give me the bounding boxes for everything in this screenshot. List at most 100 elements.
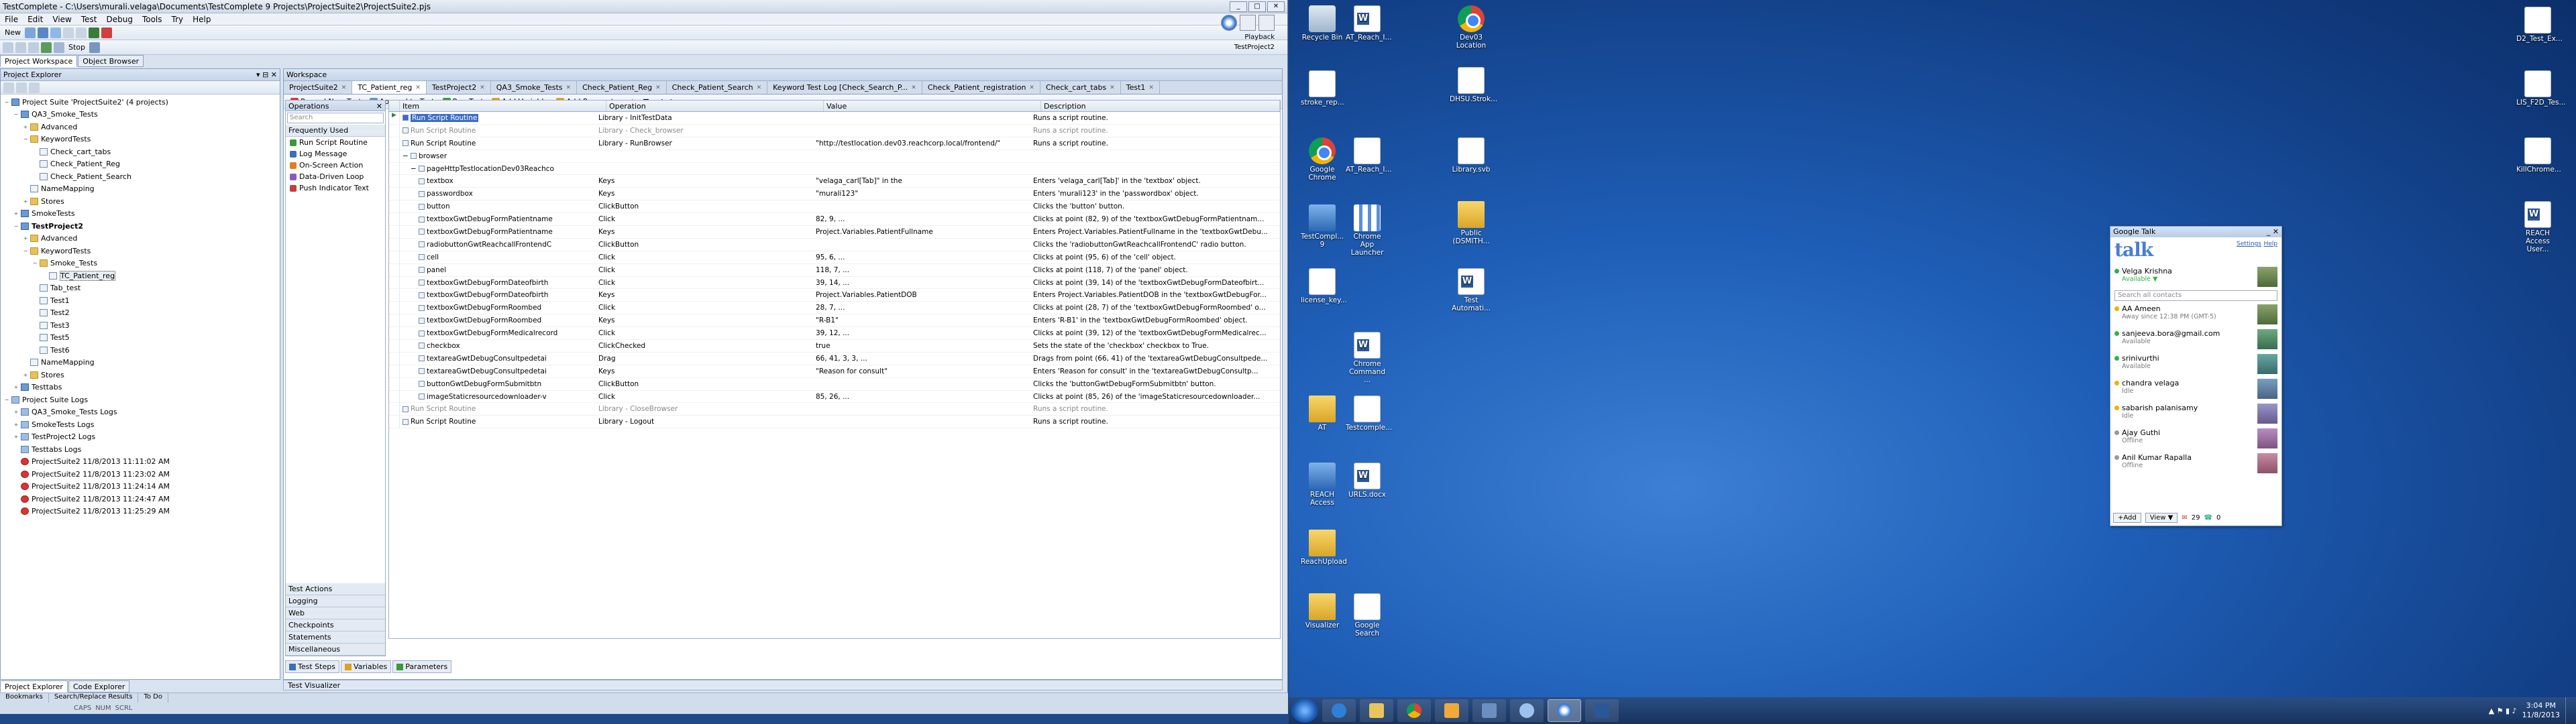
operation-item[interactable]: On-Screen Action — [286, 160, 385, 171]
desktop-icon[interactable]: TestCompl... 9 — [1301, 204, 1344, 249]
record-icon[interactable] — [89, 42, 101, 53]
contact-item[interactable]: srinivurthi Available — [2110, 353, 2282, 377]
pause-icon[interactable] — [54, 42, 64, 53]
operation-group[interactable]: Miscellaneous — [286, 644, 385, 656]
document-tab[interactable]: Test1 ✕ — [1121, 81, 1160, 94]
tree-node[interactable]: Test5 — [1, 332, 280, 345]
table-row[interactable]: cell Click 95, 6, ... Clicks at point (95, … — [389, 251, 1280, 264]
cut-icon[interactable] — [3, 42, 13, 53]
table-row[interactable]: textboxGwtDebugFormRoombed Click 28, 7, ..… — [389, 302, 1280, 315]
desktop-icon[interactable]: REACH Access — [1301, 463, 1344, 507]
operation-item[interactable]: Run Script Routine — [286, 137, 385, 148]
tree-toggle-icon[interactable]: − — [13, 111, 19, 117]
tree-node[interactable]: Test6 — [1, 344, 280, 357]
paste-icon[interactable] — [28, 42, 39, 53]
save-all-icon[interactable] — [50, 27, 61, 38]
view-button[interactable]: View ▼ — [2145, 513, 2178, 523]
explorer-remove-icon[interactable] — [16, 82, 27, 93]
operations-search-input[interactable]: Search — [287, 113, 384, 123]
undo-icon[interactable] — [63, 27, 74, 38]
column-header[interactable]: Item — [400, 101, 606, 111]
menu-view[interactable]: View — [48, 15, 76, 24]
tree-node[interactable]: Test1 — [1, 294, 280, 307]
contact-item[interactable]: sanjeeva.bora@gmail.com Available — [2110, 328, 2282, 353]
frequently-used-group[interactable]: Frequently Used — [286, 125, 385, 137]
document-tab[interactable]: Check_Patient_Reg ✕ — [577, 81, 667, 94]
desktop-icon[interactable]: Visualizer — [1301, 593, 1344, 629]
tree-node[interactable]: TC_Patient_reg — [1, 269, 280, 282]
desktop-icon[interactable]: Google Search — [1346, 593, 1389, 638]
tree-node[interactable]: + SmokeTests Logs — [1, 418, 280, 431]
tree-node[interactable]: NameMapping — [1, 183, 280, 196]
mail-icon[interactable]: ✉ — [2182, 514, 2187, 522]
gtalk-settings-link[interactable]: Settings — [2237, 241, 2261, 247]
tree-toggle-icon[interactable]: + — [22, 235, 29, 241]
tree-node[interactable]: + Advanced — [1, 121, 280, 133]
tree-node[interactable]: − KeywordTests — [1, 245, 280, 257]
menu-tools[interactable]: Tools — [138, 15, 167, 24]
tab-close-icon[interactable]: ✕ — [911, 84, 916, 91]
desktop-icon[interactable]: stroke_rep... — [1301, 70, 1344, 107]
desktop-icon[interactable]: Test Automati... — [1450, 268, 1493, 312]
tab-close-icon[interactable]: ✕ — [566, 84, 572, 91]
tray-icons[interactable]: ▲ ⚑ ▮ ♪ — [2489, 707, 2517, 715]
copy-icon[interactable] — [15, 42, 26, 53]
status-tab[interactable]: Search/Replace Results — [49, 693, 139, 703]
desktop-icon[interactable]: REACH Access User... — [2516, 201, 2559, 253]
table-row[interactable]: buttonGwtDebugFormSubmitbtn ClickButton Cl… — [389, 377, 1280, 391]
tree-node[interactable]: Tab_test — [1, 282, 280, 295]
explorer-tab[interactable]: Project Workspace — [0, 55, 78, 67]
close-icon[interactable]: ✕ — [1267, 1, 1285, 12]
contact-item[interactable]: chandra velaga Idle — [2110, 377, 2282, 402]
table-row[interactable]: radiobuttonGwtReachcallFrontendC ClickBut… — [389, 238, 1280, 251]
tab-close-icon[interactable]: ✕ — [341, 84, 347, 91]
document-tab[interactable]: TestProject2 ✕ — [427, 81, 491, 94]
desktop-icon[interactable]: Testcomple... — [1346, 396, 1392, 432]
table-row[interactable]: textareaGwtDebugConsultpedetai Keys "Reaso… — [389, 365, 1280, 378]
table-row[interactable]: checkbox ClickChecked true Sets the state o… — [389, 340, 1280, 353]
desktop-icon[interactable]: Chrome Command ... — [1346, 332, 1389, 384]
operation-item[interactable]: Data-Driven Loop — [286, 171, 385, 182]
add-contact-button[interactable]: +Add — [2113, 513, 2141, 523]
desktop-icon[interactable]: AT_Reach_I... — [1346, 5, 1392, 42]
taskbar-ie[interactable] — [1322, 699, 1356, 722]
editor-tab[interactable]: Parameters — [392, 660, 452, 673]
operation-item[interactable]: Push Indicator Text — [286, 182, 385, 194]
desktop-icon[interactable]: Library.svb — [1450, 137, 1493, 174]
tree-node[interactable]: + TestProject2 Logs — [1, 431, 280, 444]
tree-toggle-icon[interactable]: + — [13, 409, 19, 415]
desktop-icon[interactable]: Dev03 Location — [1450, 5, 1493, 50]
document-tab[interactable]: Check_Patient_registration ✕ — [922, 81, 1040, 94]
tree-node[interactable]: − Project Suite Logs — [1, 394, 280, 406]
desktop-icon[interactable]: URLS.docx — [1346, 463, 1389, 499]
menu-try[interactable]: Try — [167, 15, 189, 24]
tab-close-icon[interactable]: ✕ — [480, 84, 485, 91]
table-row[interactable]: button ClickButton Clicks the 'button' but… — [389, 200, 1280, 214]
tree-node[interactable]: + SmokeTests — [1, 208, 280, 221]
operation-group[interactable]: Logging — [286, 595, 385, 607]
tree-node[interactable]: ProjectSuite2 11/8/2013 11:11:02 AM — [1, 456, 280, 469]
tree-node[interactable]: ProjectSuite2 11/8/2013 11:24:14 AM — [1, 481, 280, 493]
table-row[interactable]: textareaGwtDebugConsultpedetai Drag 66, 41… — [389, 352, 1280, 365]
tree-toggle-icon[interactable]: + — [22, 372, 29, 378]
maximize-icon[interactable]: □ — [1248, 1, 1266, 12]
table-row[interactable]: textbox Keys "velaga_carl[Tab]" in the Ente… — [389, 175, 1280, 188]
table-row[interactable]: ▶ Run Script Routine Library - InitTestDat… — [389, 112, 1280, 125]
test-visualizer-bar[interactable]: Test Visualizer — [283, 680, 1283, 690]
panel-pin-icon[interactable]: ▾ ⊟ ✕ — [256, 70, 277, 79]
taskbar-chrome[interactable] — [1397, 699, 1431, 722]
desktop-icon[interactable]: Recycle Bin — [1301, 5, 1344, 42]
new-button[interactable]: New — [3, 28, 23, 37]
tree-toggle-icon[interactable]: − — [3, 397, 10, 403]
explorer-bottom-tab[interactable]: Project Explorer — [0, 680, 68, 692]
operation-group[interactable]: Statements — [286, 631, 385, 644]
document-tab[interactable]: Check_Patient_Search ✕ — [667, 81, 768, 94]
tree-toggle-icon[interactable]: − — [22, 136, 29, 142]
table-row[interactable]: passwordbox Keys "murali123" Enters 'murali… — [389, 188, 1280, 201]
open-icon[interactable] — [25, 27, 36, 38]
tree-node[interactable]: Test3 — [1, 319, 280, 332]
tree-node[interactable]: + Testtabs — [1, 381, 280, 394]
tree-node[interactable]: Check_cart_tabs — [1, 145, 280, 158]
show-desktop-button[interactable] — [2565, 697, 2572, 724]
self-avatar[interactable] — [2257, 267, 2277, 287]
